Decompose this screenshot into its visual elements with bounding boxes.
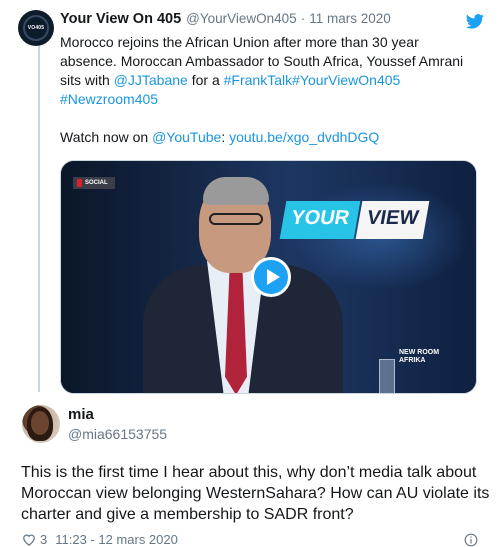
quoted-tweet: Your View On 405 @YourViewOn405 · 11 mar… (60, 11, 484, 147)
avatar-logo-text: VO405 (27, 25, 45, 31)
your-view-logo: YOUR VIEW (279, 201, 430, 239)
speaker-glasses (209, 213, 263, 225)
channel-line-1: NEW ROOM (399, 349, 440, 356)
author-handle[interactable]: @YourViewOn405 (186, 11, 297, 26)
youtube-mention[interactable]: @YouTube (152, 129, 221, 145)
reply-timestamp[interactable]: 11:23 - 12 mars 2020 (55, 532, 178, 547)
play-icon (266, 269, 280, 285)
author-name[interactable]: Your View On 405 (60, 11, 181, 27)
logo-part-view: VIEW (355, 201, 430, 239)
tweet-date[interactable]: 11 mars 2020 (309, 11, 391, 26)
channel-line-2: AFRIKA (399, 357, 426, 364)
hashtag-franktalk[interactable]: #FrankTalk (224, 72, 292, 88)
speaker-hair (203, 177, 269, 205)
play-button[interactable] (251, 257, 291, 297)
tweet-line-2: absence. Moroccan Ambassador to South Af… (60, 53, 464, 69)
reply-text: This is the first time I hear about this… (21, 464, 490, 523)
watch-link[interactable]: youtu.be/xgo_dvdhDGQ (229, 129, 379, 145)
info-icon[interactable] (464, 533, 478, 547)
channel-watermark: NEW ROOM AFRIKA (399, 349, 439, 365)
reply-avatar-face (31, 411, 49, 435)
hashtag-yourviewon405[interactable]: #YourViewOn405 (292, 72, 400, 88)
reply-avatar[interactable] (22, 405, 60, 443)
watch-prefix: Watch now on (60, 129, 153, 145)
reply-author-handle[interactable]: @mia66153755 (68, 426, 167, 442)
reply-footer: 3 11:23 - 12 mars 2020 (22, 532, 482, 547)
tweet-text: Morocco rejoins the African Union after … (60, 33, 484, 147)
twitter-bird-icon[interactable] (466, 14, 484, 29)
avatar-logo: VO405 (23, 15, 49, 41)
header-separator: · (300, 11, 306, 26)
reply-author-name[interactable]: mia (68, 406, 94, 423)
social-tag: SOCIAL (73, 177, 115, 189)
social-tag-label: SOCIAL (85, 180, 108, 186)
hashtag-newzroom405[interactable]: #Newzroom405 (60, 91, 158, 107)
tweet-header: Your View On 405 @YourViewOn405 · 11 mar… (60, 11, 484, 31)
tweet-line-4: #Newzroom405 (60, 90, 484, 109)
social-tag-bar (77, 179, 82, 187)
line3-prefix: sits with (60, 72, 114, 88)
line3-mid: for a (187, 72, 224, 88)
tweet-line-3: sits with @JJTabane for a #FrankTalk#You… (60, 71, 484, 90)
heart-icon[interactable] (22, 533, 36, 546)
tweet-line-1: Morocco rejoins the African Union after … (60, 34, 419, 50)
thread-line (38, 44, 40, 392)
mention-link[interactable]: @JJTabane (114, 72, 188, 88)
logo-part-your: YOUR (279, 201, 361, 239)
tweet-line-5: Watch now on @YouTube: youtu.be/xgo_dvdh… (60, 129, 380, 145)
author-avatar[interactable]: VO405 (18, 10, 54, 46)
water-glass (379, 359, 395, 393)
like-count: 3 (40, 532, 48, 547)
video-thumbnail[interactable]: SOCIAL YOUR VIEW NEW ROOM AFRIKA (60, 160, 477, 394)
